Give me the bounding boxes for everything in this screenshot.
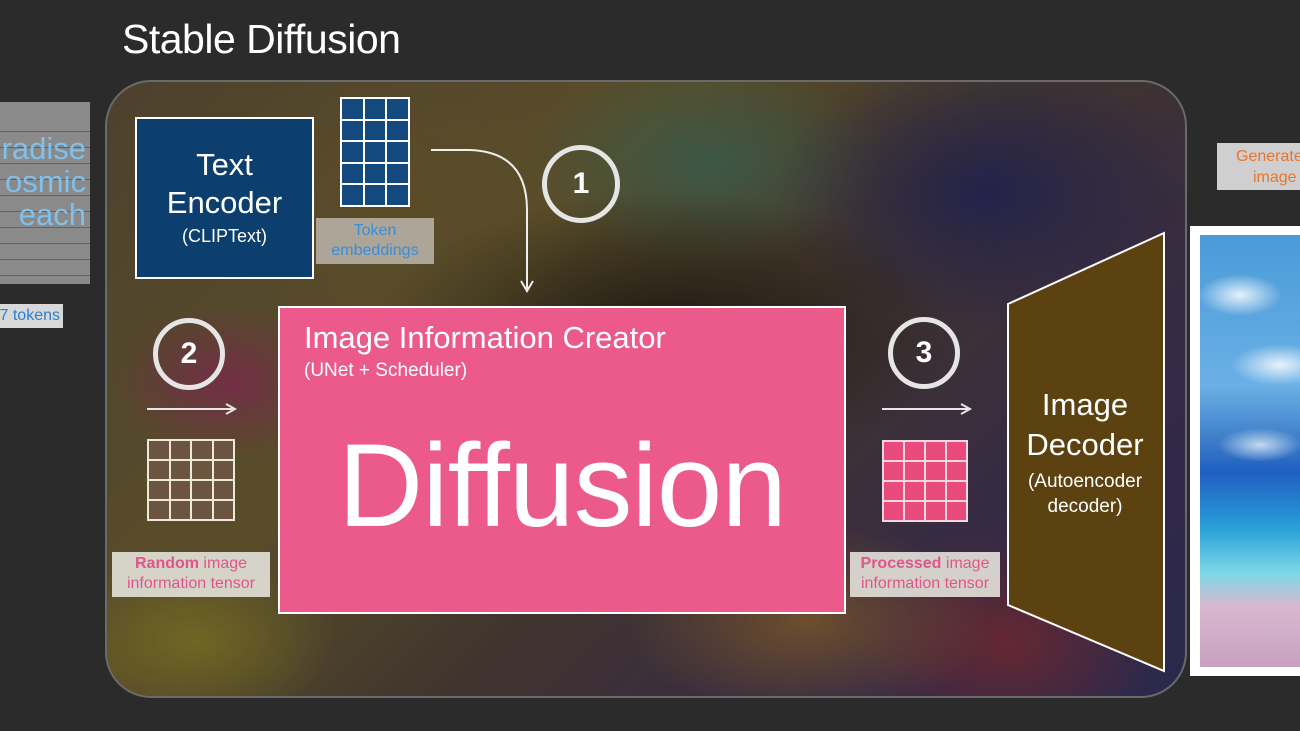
- processed-tensor-grid: [882, 440, 968, 522]
- text-encoder-title: Text Encoder: [166, 147, 283, 220]
- grid-cell: [149, 441, 169, 459]
- grid-cell: [192, 481, 212, 499]
- step-2-badge: 2: [153, 318, 225, 390]
- grid-cell: [213, 501, 233, 519]
- grid-cell: [884, 462, 903, 480]
- grid-cell: [884, 482, 903, 500]
- grid-cell: [926, 462, 945, 480]
- grid-cell: [884, 502, 903, 520]
- grid-cell: [387, 142, 408, 162]
- grid-cell: [926, 442, 945, 460]
- grid-cell: [387, 99, 408, 119]
- token-embeddings-caption: Token embeddings: [316, 218, 434, 264]
- grid-cell: [905, 442, 924, 460]
- grid-cell: [905, 482, 924, 500]
- grid-cell: [170, 461, 190, 479]
- grid-cell: [170, 501, 190, 519]
- grid-cell: [342, 185, 363, 205]
- generated-image-label: Generated image: [1217, 143, 1300, 190]
- generated-image-frame: [1190, 226, 1300, 676]
- grid-cell: [947, 502, 966, 520]
- uis-title: Image Information Creator: [304, 320, 666, 355]
- grid-cell: [905, 502, 924, 520]
- image-decoder-label: Image Decoder (Autoencoder decoder): [1010, 385, 1160, 519]
- grid-cell: [884, 442, 903, 460]
- diffusion-label: Diffusion: [338, 420, 787, 552]
- decoder-subtitle-line2: decoder): [1047, 496, 1123, 517]
- grid-cell: [213, 441, 233, 459]
- grid-cell: [192, 441, 212, 459]
- image-information-creator-box: Image Information Creator (UNet + Schedu…: [278, 306, 846, 614]
- decoder-title-line1: Image: [1041, 387, 1129, 422]
- grid-cell: [170, 481, 190, 499]
- random-tensor-grid: [147, 439, 235, 521]
- text-encoder-subtitle: (CLIPText): [181, 226, 268, 246]
- grid-cell: [192, 461, 212, 479]
- grid-cell: [342, 120, 363, 141]
- grid-cell: [926, 482, 945, 500]
- grid-cell: [192, 501, 212, 519]
- grid-cell: [149, 501, 169, 519]
- gen-label-line2: image: [1253, 169, 1297, 186]
- grid-cell: [149, 481, 169, 499]
- caption-bold: Processed: [860, 555, 942, 572]
- grid-cell: [387, 163, 408, 184]
- grid-cell: [364, 120, 386, 141]
- text-encoder-box: Text Encoder (CLIPText): [135, 117, 314, 279]
- grid-cell: [364, 185, 386, 205]
- step-3-badge: 3: [888, 317, 960, 389]
- token-embeddings-grid: [340, 97, 410, 207]
- grid-cell: [342, 163, 363, 184]
- grid-cell: [364, 163, 386, 184]
- grid-cell: [213, 481, 233, 499]
- grid-cell: [149, 461, 169, 479]
- random-tensor-caption: Random image information tensor: [112, 552, 270, 597]
- generated-beach-image: [1200, 235, 1300, 667]
- grid-cell: [170, 441, 190, 459]
- grid-cell: [926, 502, 945, 520]
- arrow-embeddings-to-unet: [431, 149, 528, 290]
- grid-cell: [364, 99, 386, 119]
- grid-cell: [342, 99, 363, 119]
- caption-bold: Random: [134, 555, 199, 572]
- grid-cell: [947, 442, 966, 460]
- processed-tensor-caption: Processed image information tensor: [850, 552, 1000, 597]
- gen-label-line1: Generated: [1236, 148, 1300, 165]
- grid-cell: [905, 462, 924, 480]
- uis-subtitle: (UNet + Scheduler): [304, 360, 468, 381]
- grid-cell: [947, 482, 966, 500]
- decoder-subtitle-line1: (Autoencoder: [1027, 471, 1143, 492]
- grid-cell: [342, 142, 363, 162]
- grid-cell: [947, 462, 966, 480]
- grid-cell: [364, 142, 386, 162]
- grid-cell: [387, 120, 408, 141]
- step-1-badge: 1: [542, 145, 620, 223]
- decoder-title-line2: Decoder: [1026, 427, 1144, 462]
- grid-cell: [387, 185, 408, 205]
- grid-cell: [213, 461, 233, 479]
